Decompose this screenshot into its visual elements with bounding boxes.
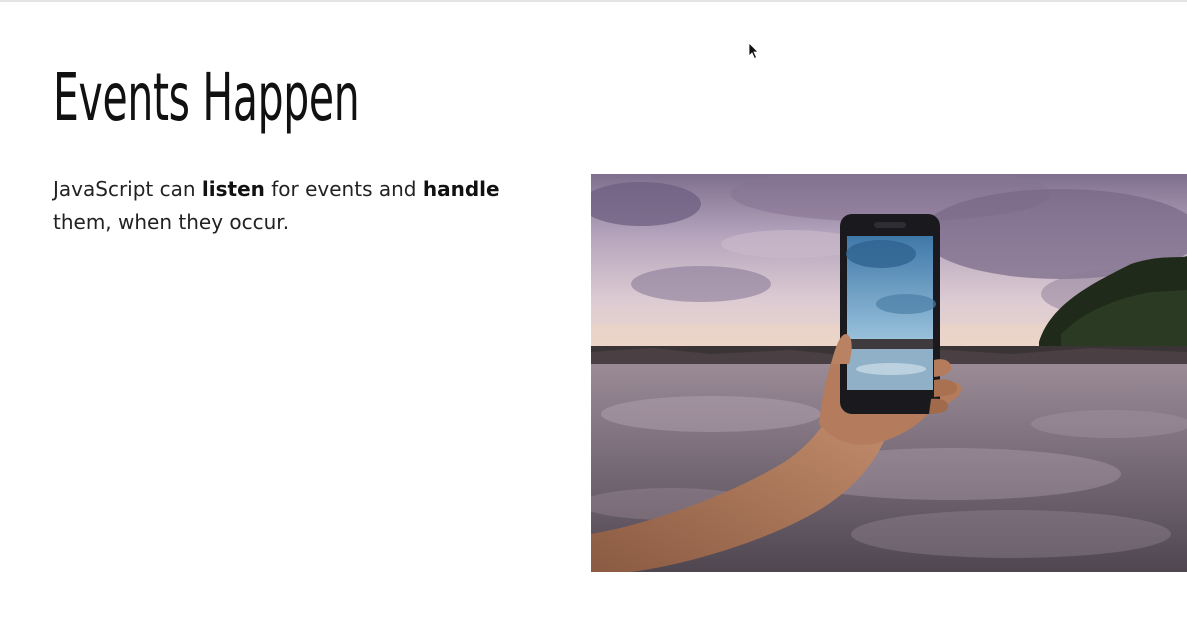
top-divider [0, 0, 1187, 2]
presentation-slide: Events Happen JavaScript can listen for … [0, 0, 1187, 636]
body-text-part-2: for events and [264, 177, 423, 201]
beach-phone-photo [591, 174, 1187, 572]
photo-illustration [591, 174, 1187, 572]
body-text-bold-listen: listen [201, 177, 265, 201]
mouse-pointer-icon [748, 42, 759, 60]
slide-body-text: JavaScript can listen for events and han… [53, 173, 553, 239]
body-text-bold-handle: handle [422, 177, 500, 201]
slide-title: Events Happen [53, 59, 360, 136]
body-text-part-1: JavaScript can [53, 177, 202, 201]
body-text-part-3: them, when they occur. [53, 210, 290, 234]
